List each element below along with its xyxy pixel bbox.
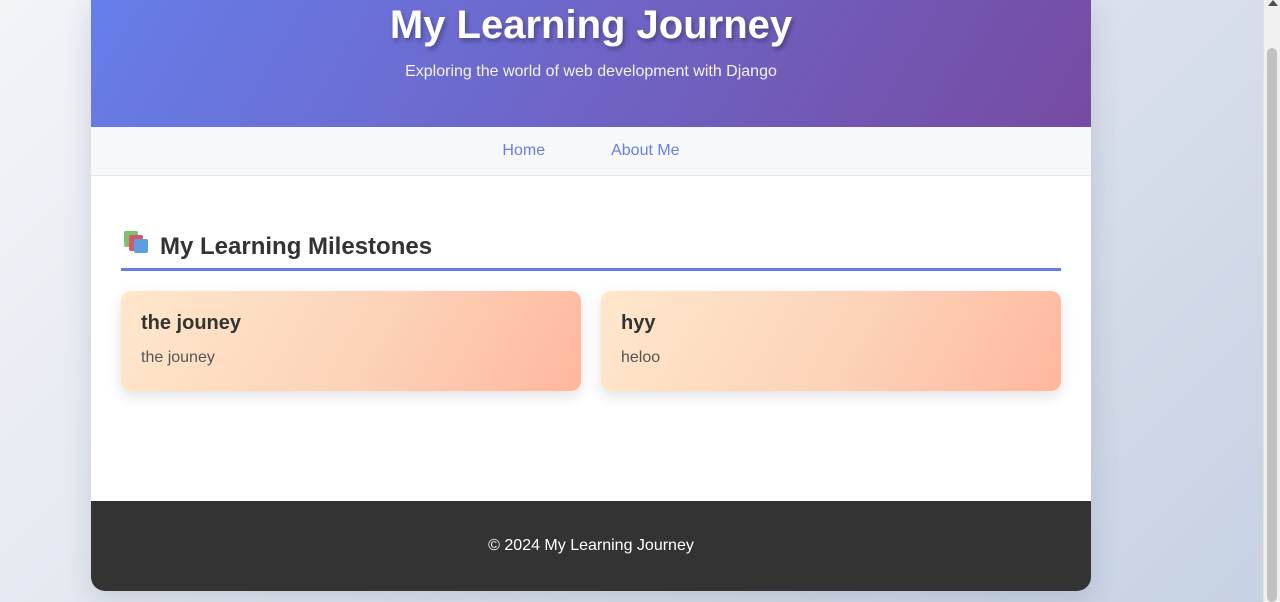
milestone-description: heloo [621, 349, 661, 366]
milestone-description: the jouney [141, 349, 215, 366]
footer-text: © 2024 My Learning Journey [488, 537, 694, 554]
section-heading: My Learning Milestones [121, 229, 1061, 271]
scrollbar-thumb[interactable] [1267, 48, 1277, 602]
main-content: My Learning Milestones the jouney the jo… [91, 176, 1091, 501]
site-subtitle: Exploring the world of web development w… [405, 63, 777, 80]
milestone-title: the jouney [141, 312, 242, 334]
nav-home-link[interactable]: Home [502, 142, 545, 160]
site-title: My Learning Journey [389, 3, 793, 47]
milestone-card: hyy heloo [601, 291, 1061, 391]
milestone-list: the jouney the jouney hyy heloo [121, 291, 1061, 391]
section-title: My Learning Milestones [160, 233, 433, 260]
milestone-title: hyy [621, 312, 656, 334]
vertical-scrollbar[interactable] [1263, 0, 1280, 602]
milestone-card: the jouney the jouney [121, 291, 581, 391]
scroll-up-arrow-icon[interactable] [1268, 0, 1278, 6]
page-container: My Learning Journey Exploring the world … [91, 0, 1091, 591]
site-header: My Learning Journey Exploring the world … [91, 0, 1091, 127]
main-nav: Home About Me [91, 127, 1091, 176]
nav-about-link[interactable]: About Me [611, 142, 679, 160]
site-footer: © 2024 My Learning Journey [91, 501, 1091, 591]
books-icon [124, 229, 152, 255]
